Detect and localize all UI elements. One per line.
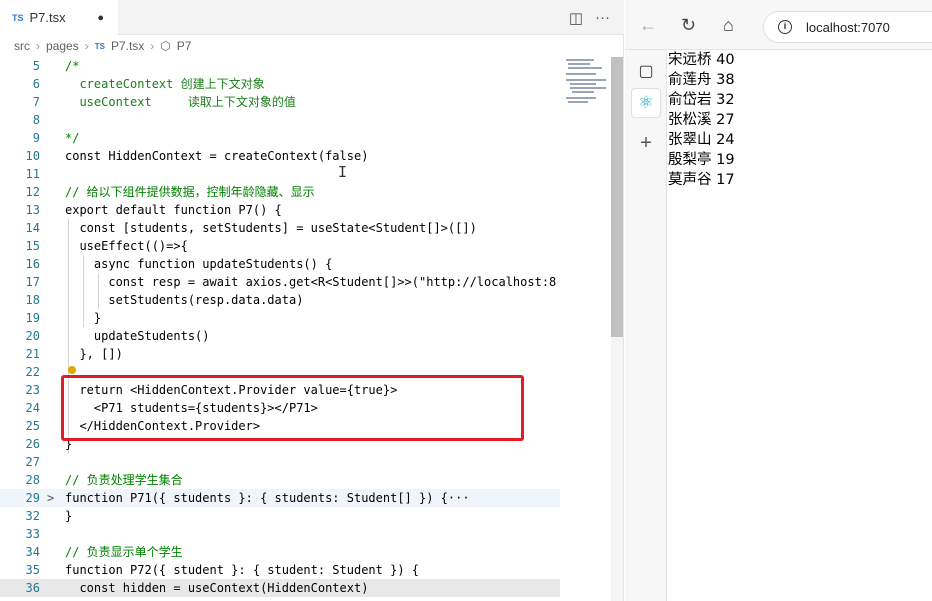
code-line: 8 [32, 113, 40, 127]
code-line: 13 export default function P7() { [25, 203, 282, 217]
breadcrumb-file[interactable]: P7.tsx [111, 39, 144, 53]
url-text[interactable]: localhost:7070 [806, 20, 890, 35]
student-item: 宋远桥 40 [668, 52, 735, 68]
code-line-folded[interactable]: 29 > function P71({ students }: { students… [0, 489, 560, 507]
split-editor-icon[interactable]: ◫ [569, 9, 583, 27]
lightbulb-icon[interactable] [68, 366, 76, 374]
breadcrumb-src[interactable]: src [14, 39, 30, 53]
browser-window: ← ↻ ⌂ i localhost:7070 ▢ ⚛ + 宋远桥 40 俞莲舟 … [625, 0, 932, 601]
address-bar[interactable]: i localhost:7070 [763, 11, 932, 43]
editor-tab-p7[interactable]: TS P7.tsx ● [0, 0, 118, 35]
code-line: 12// 给以下组件提供数据，控制年龄隐藏、显示 [25, 185, 315, 199]
chevron-right-icon: › [150, 39, 155, 53]
student-item: 俞莲舟 38 [668, 72, 735, 88]
code-line: 32} [25, 509, 73, 523]
student-item: 张松溪 27 [668, 112, 735, 128]
refresh-icon[interactable]: ↻ [681, 15, 696, 36]
code-line: 11 [25, 167, 40, 181]
fold-chevron-icon[interactable]: > [47, 489, 54, 507]
code-line: 33 [25, 527, 40, 541]
code-line: 27 [25, 455, 40, 469]
code-line: 10 const HiddenContext = createContext(fa… [25, 149, 369, 163]
tab-file-name: P7.tsx [29, 10, 66, 25]
text-cursor-icon: I [338, 163, 348, 181]
breadcrumb-pages[interactable]: pages [46, 39, 79, 53]
code-line: 21 }, []) [25, 347, 123, 361]
page-content: 宋远桥 40 俞莲舟 38 俞岱岩 32 张松溪 27 张翠山 24 殷梨亭 1… [668, 50, 932, 601]
code-line: 5/* [32, 59, 80, 73]
code-line: 17 const resp = await axios.get<R<Studen… [25, 275, 557, 289]
vertical-scrollbar[interactable] [611, 57, 623, 601]
code-area[interactable]: 5/* 6 createContext 创建上下文对象 7 useContext… [0, 57, 560, 601]
code-line: 6 createContext 创建上下文对象 [32, 77, 265, 91]
more-actions-icon[interactable]: ··· [595, 9, 610, 26]
student-item: 俞岱岩 32 [668, 92, 735, 108]
student-item: 莫声谷 17 [668, 172, 735, 188]
react-devtools-icon[interactable]: ⚛ [631, 88, 661, 118]
home-icon[interactable]: ⌂ [723, 15, 734, 36]
unsaved-dot-icon[interactable]: ● [97, 12, 104, 24]
editor-actions: ◫ ··· [569, 0, 610, 35]
student-item: 张翠山 24 [668, 132, 735, 148]
breadcrumb: src › pages › TS P7.tsx › ⬡ P7 [0, 35, 624, 57]
chevron-right-icon: › [84, 39, 89, 53]
code-line: 7 useContext 读取上下文对象的值 [32, 95, 296, 109]
code-line: 28// 负责处理学生集合 [25, 473, 183, 487]
code-line: 14 const [students, setStudents] = useSt… [25, 221, 477, 235]
chevron-right-icon: › [36, 39, 40, 53]
code-line: 16 async function updateStudents() { [25, 257, 333, 271]
code-editor[interactable]: TS P7.tsx ● ◫ ··· src › pages › TS P7.ts… [0, 0, 624, 601]
add-icon[interactable]: + [631, 128, 661, 158]
code-line: 9 */ [32, 131, 80, 145]
typescript-icon: TS [12, 12, 24, 23]
tab-actions-icon[interactable]: ▢ [631, 56, 661, 86]
code-line: 34// 负责显示单个学生 [25, 545, 183, 559]
highlight-annotation-box [61, 375, 524, 441]
code-line: 35 function P72({ student }: { student: S… [25, 563, 420, 577]
site-info-icon[interactable]: i [778, 20, 792, 34]
code-line: 15 useEffect(()=>{ [25, 239, 188, 253]
cube-icon: ⬡ [160, 39, 171, 53]
code-line: 18 setStudents(resp.data.data) [25, 293, 304, 307]
minimap[interactable] [562, 57, 610, 117]
browser-sidebar: ▢ ⚛ + [625, 50, 667, 601]
typescript-icon: TS [94, 41, 105, 51]
editor-tab-bar: TS P7.tsx ● ◫ ··· [0, 0, 624, 35]
back-arrow-icon[interactable]: ← [639, 15, 657, 36]
code-line-current: 36 const hidden = useContext(HiddenConte… [0, 579, 560, 597]
scrollbar-thumb[interactable] [611, 57, 623, 337]
breadcrumb-symbol[interactable]: P7 [177, 39, 192, 53]
student-item: 殷梨亭 19 [668, 152, 735, 168]
browser-toolbar: ← ↻ ⌂ i localhost:7070 [625, 0, 932, 50]
code-line: 19 } [25, 311, 102, 325]
code-line: 20 updateStudents() [25, 329, 210, 343]
